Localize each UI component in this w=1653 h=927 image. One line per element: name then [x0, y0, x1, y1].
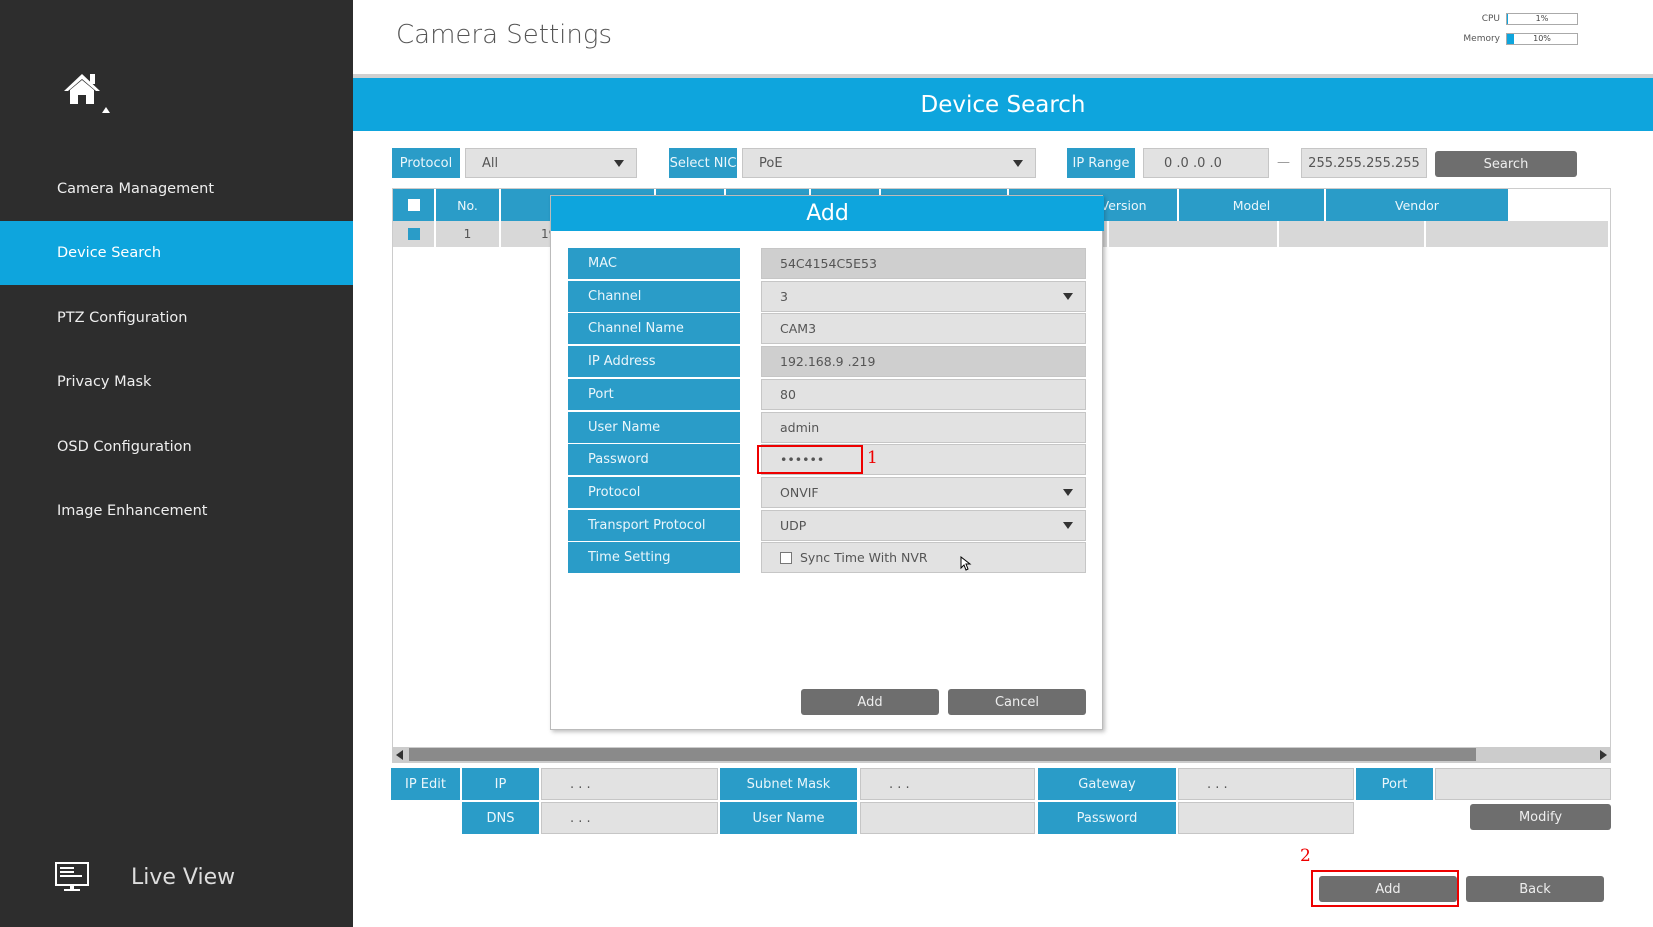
sidebar-item-label: PTZ Configuration: [57, 310, 188, 326]
select-nic-label: Select NIC: [669, 148, 737, 178]
dns-input[interactable]: . . .: [541, 802, 718, 834]
mac-input: 54C4154C5E53: [761, 248, 1086, 279]
annotation-number-2: 2: [1300, 846, 1311, 866]
scroll-right-icon[interactable]: [1600, 750, 1607, 760]
sidebar-item-label: Camera Management: [57, 181, 215, 197]
ip-address-input: 192.168.9 .219: [761, 346, 1086, 378]
channel-name-label: Channel Name: [568, 313, 740, 345]
time-setting-label: Time Setting: [568, 542, 740, 574]
modify-button[interactable]: Modify: [1470, 804, 1611, 830]
monitor-icon: [55, 862, 89, 891]
sidebar-item-osd-configuration[interactable]: OSD Configuration: [0, 415, 353, 479]
channel-label: Channel: [568, 280, 740, 312]
sync-time-checkbox[interactable]: [780, 551, 792, 564]
subnet-mask-label: Subnet Mask: [720, 768, 857, 800]
cpu-label: CPU: [1481, 14, 1500, 24]
port-label: Port: [1356, 768, 1433, 800]
ip-range-start-input[interactable]: 0 .0 .0 .0: [1143, 148, 1269, 178]
dialog-title: Add: [551, 196, 1104, 231]
user-name-input[interactable]: admin: [761, 411, 1086, 443]
memory-meter: Memory 10%: [1450, 33, 1578, 45]
transport-protocol-select[interactable]: UDP: [761, 509, 1086, 541]
gateway-input[interactable]: . . .: [1178, 768, 1354, 800]
live-view-label: Live View: [131, 864, 236, 890]
password-input[interactable]: [1178, 802, 1354, 834]
page-title: Camera Settings: [396, 20, 613, 50]
column-no: No.: [436, 189, 501, 221]
home-icon[interactable]: [62, 70, 112, 114]
sidebar-item-camera-management[interactable]: Camera Management: [0, 157, 353, 221]
sidebar-item-label: Device Search: [57, 245, 162, 261]
sidebar: Camera Management Device Search PTZ Conf…: [0, 0, 353, 927]
cpu-meter: CPU 1%: [1450, 13, 1578, 25]
sidebar-item-privacy-mask[interactable]: Privacy Mask: [0, 350, 353, 414]
cursor-icon: [960, 556, 972, 574]
channel-select[interactable]: 3: [761, 280, 1086, 312]
user-name-input[interactable]: [860, 802, 1035, 834]
password-label: Password: [1038, 802, 1176, 834]
annotation-box-1: [757, 445, 863, 474]
channel-name-input[interactable]: CAM3: [761, 313, 1086, 345]
ip-range-label: IP Range: [1067, 148, 1135, 178]
user-name-label: User Name: [568, 411, 740, 443]
protocol-select[interactable]: ONVIF: [761, 476, 1086, 508]
sidebar-item-label: Privacy Mask: [57, 374, 152, 390]
port-input[interactable]: 80: [761, 378, 1086, 410]
gateway-label: Gateway: [1038, 768, 1176, 800]
dns-label: DNS: [462, 802, 539, 834]
back-button[interactable]: Back: [1466, 876, 1604, 902]
live-view-button[interactable]: Live View: [55, 862, 235, 892]
ip-address-label: IP Address: [568, 346, 740, 378]
add-button[interactable]: Add: [1319, 876, 1457, 902]
horizontal-scrollbar[interactable]: [393, 747, 1611, 762]
memory-label: Memory: [1463, 34, 1500, 44]
scrollbar-thumb[interactable]: [409, 748, 1476, 761]
cpu-bar: 1%: [1506, 13, 1578, 25]
protocol-label: Protocol: [568, 476, 740, 508]
sidebar-item-image-enhancement[interactable]: Image Enhancement: [0, 479, 353, 543]
row-no: 1: [436, 221, 501, 247]
sync-time-label: Sync Time With NVR: [800, 550, 928, 566]
mac-label: MAC: [568, 248, 740, 279]
dialog-add-button[interactable]: Add: [801, 689, 939, 715]
sidebar-item-ptz-configuration[interactable]: PTZ Configuration: [0, 286, 353, 350]
memory-bar: 10%: [1506, 33, 1578, 45]
dialog-cancel-button[interactable]: Cancel: [948, 689, 1086, 715]
user-name-label: User Name: [720, 802, 857, 834]
select-all-checkbox[interactable]: [393, 189, 436, 221]
ip-edit-label: IP Edit: [391, 768, 460, 800]
nic-select[interactable]: PoE: [742, 148, 1036, 178]
sidebar-item-device-search[interactable]: Device Search: [0, 221, 353, 285]
ip-range-dash: —: [1277, 155, 1290, 170]
ip-range-end-input[interactable]: 255.255.255.255: [1301, 148, 1427, 178]
ip-input[interactable]: . . .: [541, 768, 718, 800]
sidebar-item-label: Image Enhancement: [57, 503, 208, 519]
time-setting-input[interactable]: Sync Time With NVR: [761, 542, 1086, 574]
subnet-mask-input[interactable]: . . .: [860, 768, 1035, 800]
port-input[interactable]: [1435, 768, 1611, 800]
row-checkbox[interactable]: [393, 221, 436, 247]
protocol-select[interactable]: All: [465, 148, 637, 178]
section-banner: Device Search: [353, 78, 1653, 131]
sidebar-item-label: OSD Configuration: [57, 439, 192, 455]
transport-protocol-label: Transport Protocol: [568, 509, 740, 541]
column-vendor: Vendor: [1326, 189, 1508, 221]
password-label: Password: [568, 444, 740, 476]
search-button[interactable]: Search: [1435, 151, 1577, 177]
ip-label: IP: [462, 768, 539, 800]
protocol-label: Protocol: [392, 148, 460, 178]
column-model: Model: [1179, 189, 1326, 221]
scroll-left-icon[interactable]: [396, 750, 403, 760]
annotation-number-1: 1: [867, 448, 878, 468]
port-label: Port: [568, 378, 740, 410]
